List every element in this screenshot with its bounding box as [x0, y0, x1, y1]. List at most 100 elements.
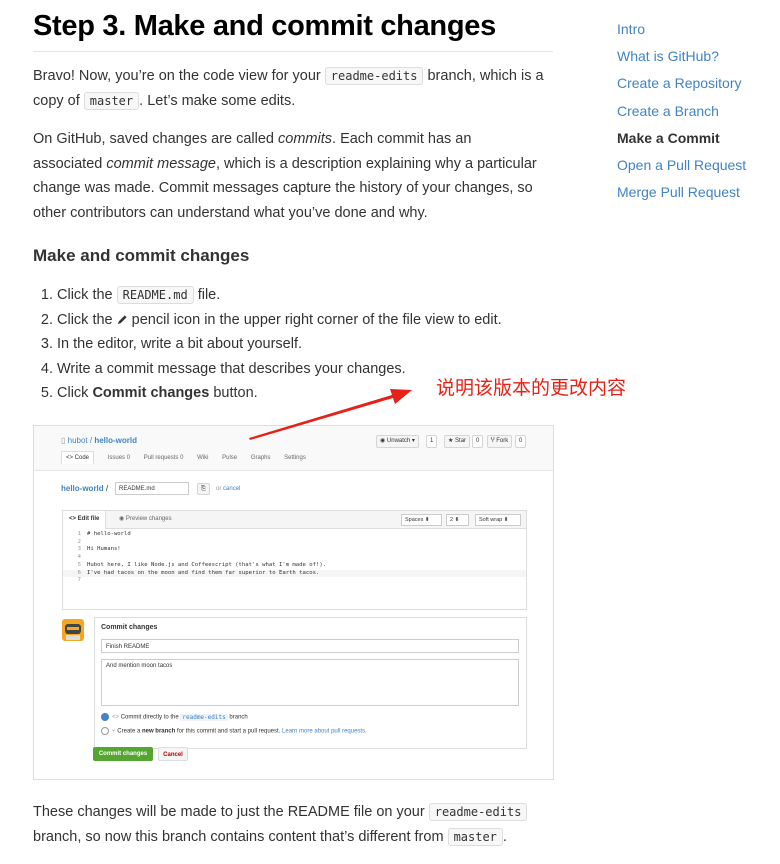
text: branch: [227, 714, 248, 721]
toc-create-branch[interactable]: Create a Branch: [617, 100, 746, 127]
master-code: master: [83, 91, 140, 110]
title-divider: [33, 51, 553, 52]
commit-summary-input[interactable]: Finish README: [101, 639, 519, 653]
text: On GitHub, saved changes are called: [33, 131, 279, 147]
cancel-link[interactable]: cancel: [223, 486, 240, 492]
toc-what-is-github[interactable]: What is GitHub?: [617, 45, 746, 72]
tab-settings[interactable]: Settings: [284, 455, 306, 461]
repo-header: ▯ hubot / hello-world ◉ Unwatch ▾ 1 ★ St…: [34, 426, 553, 471]
line-number: 1: [77, 531, 81, 537]
avatar: [62, 619, 84, 641]
line-number: 7: [77, 577, 81, 584]
emphasis: commit message: [106, 155, 216, 172]
text: Soft wrap: [479, 517, 503, 523]
step-1: Click the README.md file.: [57, 283, 502, 308]
code-line: 3 Hi Humans!: [63, 546, 526, 554]
toc-open-pull-request[interactable]: Open a Pull Request: [617, 154, 746, 181]
code-line: 1 # hello-world: [63, 531, 526, 539]
text: Fork: [496, 438, 509, 444]
toc-create-repository[interactable]: Create a Repository: [617, 72, 746, 99]
bold-text: Commit changes: [92, 385, 210, 401]
breadcrumb-repo[interactable]: hello-world: [61, 484, 104, 493]
text: These changes will be made to just the R…: [33, 804, 429, 820]
text: file.: [193, 287, 221, 303]
toc-make-commit[interactable]: Make a Commit: [617, 127, 746, 154]
tab-code[interactable]: <> Code: [61, 451, 95, 464]
radio-unchecked[interactable]: [101, 727, 109, 735]
text: or: [216, 486, 222, 492]
step-3: In the editor, write a bit about yoursel…: [57, 332, 502, 357]
filename-input[interactable]: README.md: [115, 482, 189, 495]
commit-direct-option[interactable]: <> Commit directly to the readme-edits b…: [101, 713, 248, 721]
annotation-label: 说明该版本的更改内容: [436, 377, 627, 399]
text: button.: [209, 385, 258, 401]
branch-icon: <>: [112, 714, 121, 721]
code-area[interactable]: 1 # hello-world 2 3 Hi Humans! 4 5 Hubot he…: [63, 529, 526, 585]
code-line: 4: [63, 554, 526, 562]
line-number: 4: [77, 554, 81, 561]
toc-merge-pull-request[interactable]: Merge Pull Request: [617, 181, 746, 208]
code-line: 7: [63, 577, 526, 585]
bold-text: new branch: [141, 728, 176, 735]
star-count[interactable]: 0: [472, 435, 484, 448]
text: branch, so now this branch contains cont…: [33, 828, 448, 845]
tab-graphs[interactable]: Graphs: [251, 455, 271, 461]
repo-owner[interactable]: hubot: [68, 436, 88, 445]
page-title: Step 3. Make and commit changes: [33, 10, 496, 42]
text: Preview changes: [125, 516, 172, 522]
commit-changes-button[interactable]: Commit changes: [93, 747, 153, 761]
indent-mode-select[interactable]: Spaces ⬍: [401, 514, 442, 526]
repo-name[interactable]: hello-world: [94, 436, 137, 445]
readme-code: README.md: [116, 286, 194, 304]
wrap-mode-select[interactable]: Soft wrap ⬍: [475, 514, 521, 526]
cancel-button[interactable]: Cancel: [158, 747, 188, 761]
eye-icon: ◉: [380, 438, 387, 444]
radio-checked[interactable]: [101, 713, 109, 721]
fork-count[interactable]: 0: [515, 435, 527, 448]
master-code: master: [447, 827, 503, 846]
text: Commit directly to the: [120, 714, 181, 721]
text: Click the: [57, 287, 117, 303]
tab-pull-requests[interactable]: Pull requests 0: [144, 455, 184, 461]
pencil-icon: [117, 312, 128, 328]
tab-preview-changes[interactable]: ◉ Preview changes: [119, 511, 172, 528]
new-branch-option[interactable]: ⑂ Create a new branch for this commit an…: [101, 727, 367, 735]
step-5: Click Commit changes button.: [57, 381, 502, 406]
commit-description-textarea[interactable]: And mention moon tacos: [101, 659, 519, 706]
star-button[interactable]: ★ Star: [444, 435, 471, 448]
editor-toolbar: <> Edit file ◉ Preview changes Spaces ⬍ …: [63, 511, 526, 529]
watch-count[interactable]: 1: [426, 435, 438, 448]
tab-wiki[interactable]: Wiki: [197, 455, 208, 461]
clipboard-icon[interactable]: ⎘: [197, 483, 210, 495]
line-text: I've had tacos on the moon and find them…: [87, 569, 320, 576]
branch-code: readme-edits: [180, 713, 228, 721]
breadcrumb: hello-world /: [61, 484, 109, 493]
commit-form: Commit changes Finish README And mention…: [94, 617, 527, 749]
emphasis: commits: [278, 131, 333, 147]
branch-code: readme-edits: [428, 803, 528, 821]
line-text: Hubot here, I like Node.js and Coffeescr…: [87, 561, 327, 568]
fork-button[interactable]: Ⴤ Fork: [487, 435, 513, 448]
text: Create a: [117, 728, 142, 735]
cancel-link-wrap: or cancel: [216, 486, 240, 492]
hubot-icon: [65, 624, 81, 640]
tab-issues[interactable]: Issues 0: [108, 455, 130, 461]
commit-form-title: Commit changes: [101, 624, 158, 631]
text: Click: [57, 385, 93, 401]
unwatch-button[interactable]: ◉ Unwatch ▾: [376, 435, 419, 448]
file-editor: <> Edit file ◉ Preview changes Spaces ⬍ …: [62, 510, 527, 610]
learn-more-link[interactable]: Learn more about pull requests.: [282, 729, 367, 735]
repo-tabs: <> Code Issues 0 Pull requests 0 Wiki Pu…: [61, 451, 318, 464]
text: Click the: [57, 311, 117, 328]
tab-pulse[interactable]: Pulse: [222, 455, 237, 461]
indent-size-select[interactable]: 2 ⬍: [446, 514, 469, 526]
toc-intro[interactable]: Intro: [617, 18, 746, 45]
text: 2: [450, 517, 454, 523]
tab-edit-file[interactable]: <> Edit file: [63, 511, 107, 529]
steps-list: Click the README.md file. Click the penc…: [33, 283, 502, 406]
text: pencil icon in the upper right corner of…: [127, 311, 502, 328]
line-number: 3: [77, 546, 81, 553]
code-line: 6 I've had tacos on the moon and find the…: [63, 569, 526, 578]
branch-code: readme-edits: [324, 67, 424, 85]
text: Unwatch ▾: [386, 438, 415, 444]
